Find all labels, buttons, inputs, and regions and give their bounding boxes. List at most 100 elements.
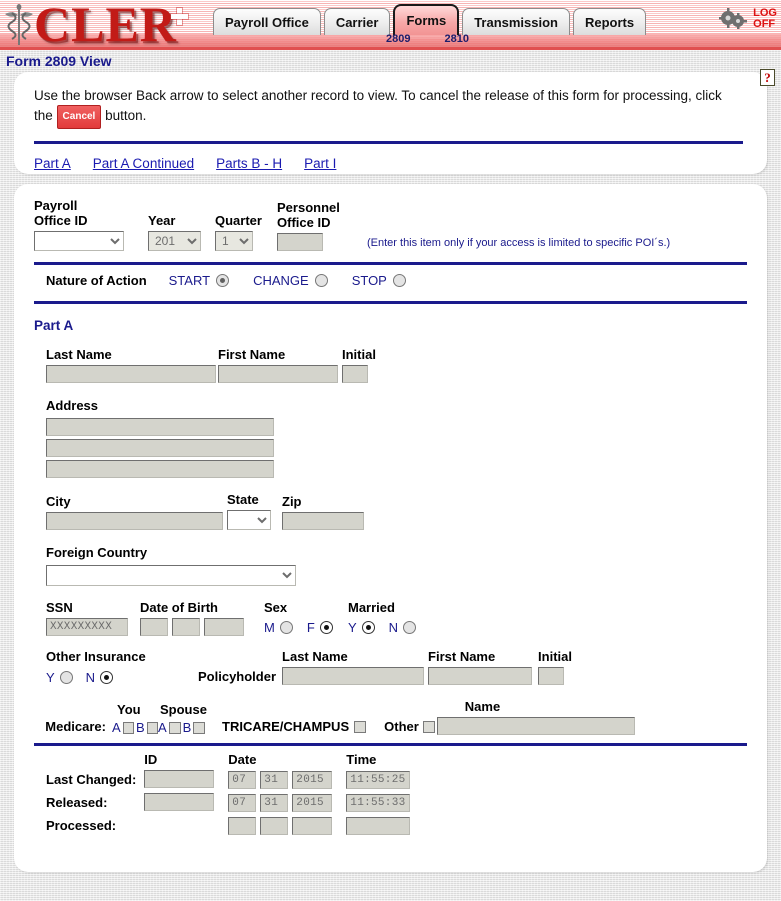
tricare-label: TRICARE/CHAMPUS <box>222 719 350 734</box>
checkbox-medicare-you-b[interactable] <box>146 721 158 734</box>
personnel-office-id-input[interactable] <box>277 233 323 251</box>
other-insurance-row: Other Insurance Y N . Policyholder Last … <box>34 649 747 687</box>
city-label: City <box>46 494 71 509</box>
processed-month-input[interactable] <box>228 817 257 835</box>
dob-month-input[interactable] <box>140 618 168 636</box>
medicare-you-label: You <box>117 702 141 717</box>
medicare-label: Medicare: <box>45 719 106 734</box>
address-line-1-input[interactable] <box>46 418 274 436</box>
policyholder-initial-input[interactable] <box>538 667 565 685</box>
radio-married-n[interactable] <box>403 620 417 634</box>
logoff-area[interactable]: LOG OFF <box>718 6 777 32</box>
quarter-select[interactable]: 1 <box>215 231 253 251</box>
radio-start[interactable] <box>216 273 230 287</box>
processed-time-input[interactable] <box>346 817 411 835</box>
caduceus-icon <box>5 4 33 45</box>
year-group: Year 201 <box>148 213 211 251</box>
help-question-icon[interactable]: ? <box>760 69 775 86</box>
zip-label: Zip <box>282 494 302 509</box>
year-select[interactable]: 201 <box>148 231 201 251</box>
radio-stop[interactable] <box>392 273 406 287</box>
state-select[interactable] <box>227 510 271 530</box>
medicare-you-b-label: B <box>136 720 145 735</box>
checkbox-other-coverage[interactable] <box>422 720 435 733</box>
nature-of-action-start[interactable]: START <box>169 273 230 288</box>
dob-year-input[interactable] <box>204 618 244 636</box>
checkbox-medicare-spouse-a[interactable] <box>168 721 181 734</box>
tab-reports[interactable]: Reports <box>573 8 647 35</box>
processed-year-input[interactable] <box>292 817 333 835</box>
other-coverage-name-input[interactable] <box>436 717 635 735</box>
nature-of-action-change[interactable]: CHANGE <box>253 273 328 288</box>
foreign-country-select[interactable] <box>46 565 296 586</box>
released-day-input[interactable] <box>260 794 289 812</box>
zip-input[interactable] <box>282 512 364 530</box>
radio-sex-f[interactable] <box>319 620 333 634</box>
app-banner: CLER Payroll Office Carrier Forms Transm… <box>0 0 781 50</box>
released-month-input[interactable] <box>228 794 257 812</box>
policyholder-initial-group: Initial <box>538 649 588 685</box>
cancel-button[interactable]: Cancel <box>56 105 102 129</box>
subtab-2809[interactable]: 2809 <box>386 33 410 45</box>
tab-forms[interactable]: Forms <box>393 4 460 35</box>
last-changed-day-input[interactable] <box>260 771 289 789</box>
quarter-label: Quarter <box>215 213 262 228</box>
released-year-input[interactable] <box>292 794 333 812</box>
state-label: State <box>227 492 259 507</box>
last-changed-year-input[interactable] <box>292 771 333 789</box>
processed-day-input[interactable] <box>260 817 289 835</box>
link-part-a[interactable]: Part A <box>34 156 71 171</box>
sex-m-label: M <box>264 619 275 635</box>
tricare-group: TRICARE/CHAMPUS <box>222 719 367 735</box>
policyholder-first-name-input[interactable] <box>428 667 533 685</box>
radio-other-insurance-n[interactable] <box>100 670 114 684</box>
audit-row-label: Processed: <box>46 817 117 833</box>
checkbox-tricare[interactable] <box>354 720 367 733</box>
policyholder-last-name-input[interactable] <box>282 667 425 685</box>
link-parts-b-h[interactable]: Parts B - H <box>216 156 282 171</box>
link-part-a-continued[interactable]: Part A Continued <box>93 156 194 171</box>
dob-day-input[interactable] <box>172 618 200 636</box>
radio-other-insurance-y[interactable] <box>59 670 73 684</box>
checkbox-medicare-spouse-b[interactable] <box>193 721 206 734</box>
tab-transmission[interactable]: Transmission <box>462 8 570 35</box>
year-label: Year <box>148 213 176 228</box>
main-nav-tabs: Payroll Office Carrier Forms Transmissio… <box>213 4 649 35</box>
audit-row-label: Released: <box>46 794 108 810</box>
tab-carrier[interactable]: Carrier <box>323 8 391 35</box>
logoff-button[interactable]: LOG OFF <box>753 8 777 30</box>
medical-cross-icon <box>171 8 188 25</box>
ssn-input[interactable] <box>46 618 128 636</box>
page-title: Form 2809 View <box>6 53 112 69</box>
last-changed-month-input[interactable] <box>228 771 257 789</box>
policyholder-initial-label: Initial <box>538 649 572 664</box>
link-part-i[interactable]: Part I <box>304 156 336 171</box>
policyholder-first-name-label: First Name <box>428 649 496 664</box>
city-input[interactable] <box>46 512 223 530</box>
nature-of-action-stop[interactable]: STOP <box>352 273 406 288</box>
logo-text: CLER <box>34 0 177 50</box>
last-name-label: Last Name <box>46 347 112 362</box>
tab-payroll-office[interactable]: Payroll Office <box>213 8 321 35</box>
address-line-3-input[interactable] <box>46 460 274 478</box>
payroll-office-id-select[interactable] <box>34 231 124 251</box>
radio-change[interactable] <box>314 273 328 287</box>
initial-group: Initial <box>342 347 392 383</box>
checkbox-medicare-you-a[interactable] <box>122 721 134 734</box>
first-name-input[interactable] <box>218 365 338 383</box>
released-time-input[interactable] <box>346 794 411 812</box>
initial-input[interactable] <box>342 365 368 383</box>
radio-married-y[interactable] <box>361 620 375 634</box>
last-name-input[interactable] <box>46 365 216 383</box>
last-changed-id-input[interactable] <box>144 770 215 788</box>
subtab-2810[interactable]: 2810 <box>444 33 468 45</box>
address-line-2-input[interactable] <box>46 439 274 457</box>
personnel-office-id-group: Personnel Office ID <box>277 200 359 251</box>
gears-icon <box>719 8 748 29</box>
initial-label: Initial <box>342 347 376 362</box>
address-label: Address <box>46 398 99 413</box>
radio-sex-m[interactable] <box>279 620 293 634</box>
last-changed-time-input[interactable] <box>346 771 411 789</box>
last-name-group: Last Name <box>46 347 218 383</box>
released-id-input[interactable] <box>144 793 215 811</box>
